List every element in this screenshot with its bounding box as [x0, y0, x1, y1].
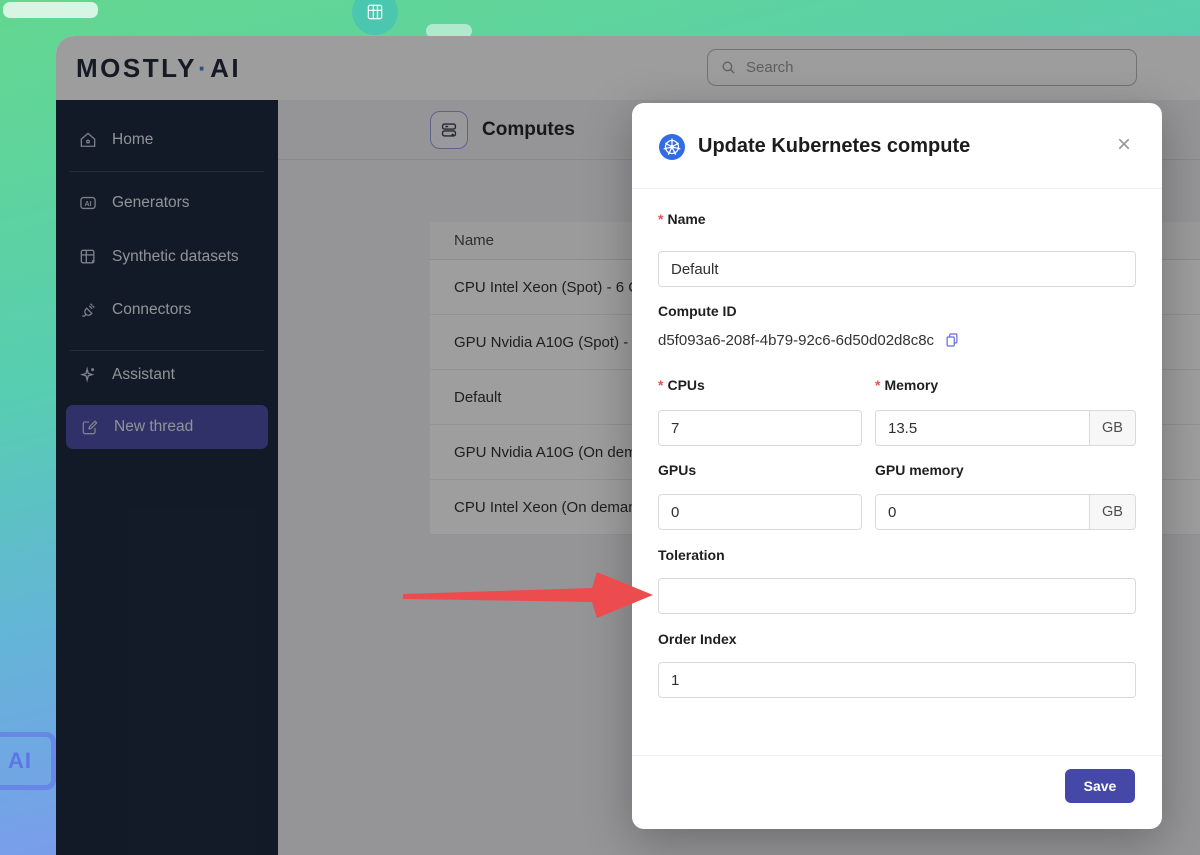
ai-chip-watermark: AI: [0, 732, 56, 790]
name-label: *Name: [658, 211, 706, 227]
gpus-field[interactable]: [658, 494, 862, 530]
annotation-arrow-icon: [392, 558, 664, 632]
gpus-label: GPUs: [658, 462, 696, 478]
order-index-field[interactable]: [658, 662, 1136, 698]
update-kubernetes-compute-modal: Update Kubernetes compute × *Name Comput…: [632, 103, 1162, 829]
memory-unit-addon: GB: [1089, 411, 1135, 445]
cpus-label: *CPUs: [658, 377, 705, 393]
required-marker: *: [658, 211, 663, 227]
gpu-memory-field[interactable]: [876, 495, 1089, 529]
required-marker: *: [875, 377, 880, 393]
cpus-field[interactable]: [658, 410, 862, 446]
compute-id-value: d5f093a6-208f-4b79-92c6-6d50d02d8c8c: [658, 332, 934, 349]
clipboard-icon[interactable]: [943, 331, 961, 349]
background-pill-decor: [3, 2, 98, 18]
required-marker: *: [658, 377, 663, 393]
memory-field-group: GB: [875, 410, 1136, 446]
kubernetes-icon: [658, 133, 686, 161]
toleration-field[interactable]: [658, 578, 1136, 614]
gpu-memory-field-group: GB: [875, 494, 1136, 530]
compute-id-label: Compute ID: [658, 303, 737, 319]
compute-id-row: d5f093a6-208f-4b79-92c6-6d50d02d8c8c: [658, 331, 961, 349]
save-button[interactable]: Save: [1065, 769, 1135, 803]
modal-title: Update Kubernetes compute: [698, 103, 970, 189]
gpu-memory-unit-addon: GB: [1089, 495, 1135, 529]
memory-label: *Memory: [875, 377, 938, 393]
modal-footer-divider: [632, 755, 1162, 756]
name-field[interactable]: [658, 251, 1136, 287]
order-index-label: Order Index: [658, 631, 737, 647]
toleration-label: Toleration: [658, 547, 725, 563]
close-icon[interactable]: ×: [1108, 129, 1140, 161]
grid-icon: [365, 2, 385, 22]
modal-header: Update Kubernetes compute ×: [632, 103, 1162, 189]
memory-field[interactable]: [876, 411, 1089, 445]
background-grid-badge: [352, 0, 398, 35]
gpu-memory-label: GPU memory: [875, 462, 964, 478]
ai-chip-text: AI: [8, 748, 32, 774]
